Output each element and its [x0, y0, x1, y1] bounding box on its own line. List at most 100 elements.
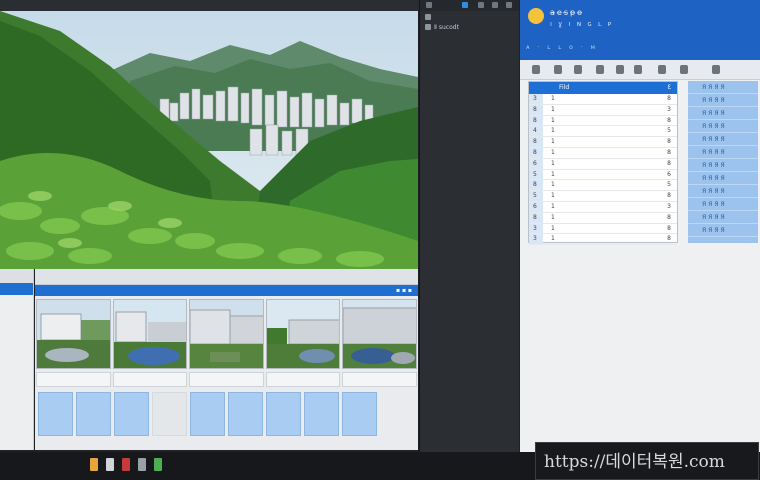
table-cell[interactable]: 1 [551, 160, 555, 167]
hand-icon[interactable] [712, 65, 720, 74]
thumbnail-image[interactable] [265, 299, 341, 369]
table-cell[interactable]: 1 [551, 192, 555, 199]
table-cell[interactable]: 8 [667, 225, 671, 232]
pen-icon[interactable] [574, 65, 582, 74]
table-cell[interactable]: 8 [667, 235, 671, 242]
side-list-item[interactable]: ЯЯЯЯ [688, 172, 758, 185]
document-icon[interactable] [106, 458, 114, 471]
table-cell[interactable]: 1 [551, 106, 555, 113]
grid-icon[interactable] [658, 65, 666, 74]
table-cell[interactable]: 1 [551, 95, 555, 102]
table-row[interactable]: 6 1 3 [529, 201, 677, 213]
gallery-header-controls[interactable]: ▪ ▪ ▪ [396, 285, 412, 296]
side-list-item[interactable]: ЯЯЯЯ [688, 81, 758, 94]
landscape-photo [0, 11, 418, 269]
app-icon[interactable] [122, 458, 130, 471]
crop-icon[interactable] [634, 65, 642, 74]
panel-menu-icon[interactable] [426, 2, 432, 8]
palette-selected-row[interactable] [0, 283, 33, 295]
thumbnail-strip [35, 296, 418, 372]
table-row[interactable]: 3 1 8 [529, 234, 677, 246]
side-list-item[interactable]: ЯЯЯЯ [688, 120, 758, 133]
selected-tile[interactable] [304, 392, 339, 436]
thumbnail-image[interactable] [342, 299, 417, 369]
selected-tile[interactable] [228, 392, 263, 436]
table-icon[interactable] [680, 65, 688, 74]
table-cell[interactable]: 6 [667, 171, 671, 178]
selected-tile[interactable] [266, 392, 301, 436]
side-list-item[interactable]: ЯЯЯЯ [688, 94, 758, 107]
side-list-item[interactable]: ЯЯЯЯ [688, 185, 758, 198]
table-row[interactable]: 8 1 8 [529, 137, 677, 148]
thumbnail-image[interactable] [36, 299, 111, 369]
table-cell[interactable]: 5 [667, 181, 671, 188]
selected-tile[interactable] [190, 392, 225, 436]
table-cell[interactable]: 1 [551, 225, 555, 232]
table-cell[interactable]: 8 [667, 138, 671, 145]
selected-tile[interactable] [342, 392, 377, 436]
panel-minimize-icon[interactable] [492, 2, 498, 8]
folder-icon[interactable] [90, 458, 98, 471]
table-cell[interactable]: 3 [667, 106, 671, 113]
table-cell[interactable]: 8 [667, 95, 671, 102]
table-cell[interactable]: 3 [667, 203, 671, 210]
eraser-icon[interactable] [596, 65, 604, 74]
table-row[interactable]: 8 1 8 [529, 147, 677, 159]
thumbnail-image[interactable] [112, 299, 188, 369]
table-cell[interactable]: 8 [667, 160, 671, 167]
table-row[interactable]: 3 1 8 [529, 94, 677, 105]
brush-icon[interactable] [554, 65, 562, 74]
app-icon[interactable] [138, 458, 146, 471]
undo-icon[interactable] [532, 65, 540, 74]
table-cell[interactable]: 1 [551, 235, 555, 242]
table-row[interactable]: 8 1 5 [529, 180, 677, 192]
table-row[interactable]: 4 1 5 [529, 126, 677, 138]
table-cell[interactable]: 1 [551, 117, 555, 124]
lasso-icon[interactable] [616, 65, 624, 74]
layer-label[interactable]: Ⅱ sucodt [434, 24, 459, 31]
selected-tile[interactable] [114, 392, 149, 436]
table-row[interactable]: 8 1 3 [529, 104, 677, 116]
selected-tile[interactable] [76, 392, 111, 436]
table-row[interactable]: 8 1 8 [529, 115, 677, 127]
table-cell[interactable]: 1 [551, 127, 555, 134]
table-cell[interactable]: 1 [551, 203, 555, 210]
side-list-item[interactable]: ЯЯЯЯ [688, 211, 758, 224]
dark-panel-toolbar [420, 0, 519, 11]
thumbnail-image[interactable] [189, 299, 264, 369]
layer-icon[interactable] [425, 24, 431, 30]
side-list-item[interactable]: ЯЯЯЯ [688, 159, 758, 172]
empty-tile[interactable] [152, 392, 187, 436]
column-header[interactable]: Fild [559, 82, 569, 94]
table-cell[interactable]: 8 [667, 214, 671, 221]
side-list-item[interactable]: ЯЯЯЯ [688, 224, 758, 237]
layer-icon[interactable] [425, 14, 431, 20]
side-list-item[interactable]: ЯЯЯЯ [688, 198, 758, 211]
table-row[interactable]: 6 1 8 [529, 158, 677, 170]
table-row[interactable]: 8 1 8 [529, 212, 677, 224]
table-row[interactable]: 3 1 8 [529, 223, 677, 235]
table-row[interactable]: 5 1 6 [529, 169, 677, 181]
selected-tile[interactable] [38, 392, 73, 436]
table-cell[interactable]: 5 [667, 127, 671, 134]
table-cell[interactable]: 1 [551, 171, 555, 178]
panel-close-icon[interactable] [506, 2, 512, 8]
table-cell[interactable]: 1 [551, 149, 555, 156]
side-list-item[interactable]: ЯЯЯЯ [688, 133, 758, 146]
table-cell[interactable]: 8 [667, 149, 671, 156]
table-cell[interactable]: 8 [667, 192, 671, 199]
side-list-item[interactable]: ЯЯЯЯ [688, 107, 758, 120]
panel-settings-icon[interactable] [478, 2, 484, 8]
table-cell[interactable]: 1 [551, 181, 555, 188]
palette-header [0, 269, 33, 283]
table-cell[interactable]: 1 [551, 138, 555, 145]
table-row[interactable]: 5 1 8 [529, 191, 677, 202]
table-cell[interactable]: 1 [551, 214, 555, 221]
side-list-item[interactable]: ЯЯЯЯ [688, 146, 758, 159]
spreadsheet-window: a̶e̶s̶p̶o̶ ı ɣ ı ɴ ɢ ʟ ᴘ ᴀ · ʟ ʟ ᴏ · ᴍ F… [520, 0, 760, 452]
app-icon[interactable] [154, 458, 162, 471]
app-menu-row[interactable]: ᴀ · ʟ ʟ ᴏ · ᴍ [526, 44, 598, 51]
column-header[interactable]: Ɛ [667, 82, 671, 94]
table-cell[interactable]: 8 [667, 117, 671, 124]
panel-toggle-icon[interactable] [462, 2, 468, 8]
